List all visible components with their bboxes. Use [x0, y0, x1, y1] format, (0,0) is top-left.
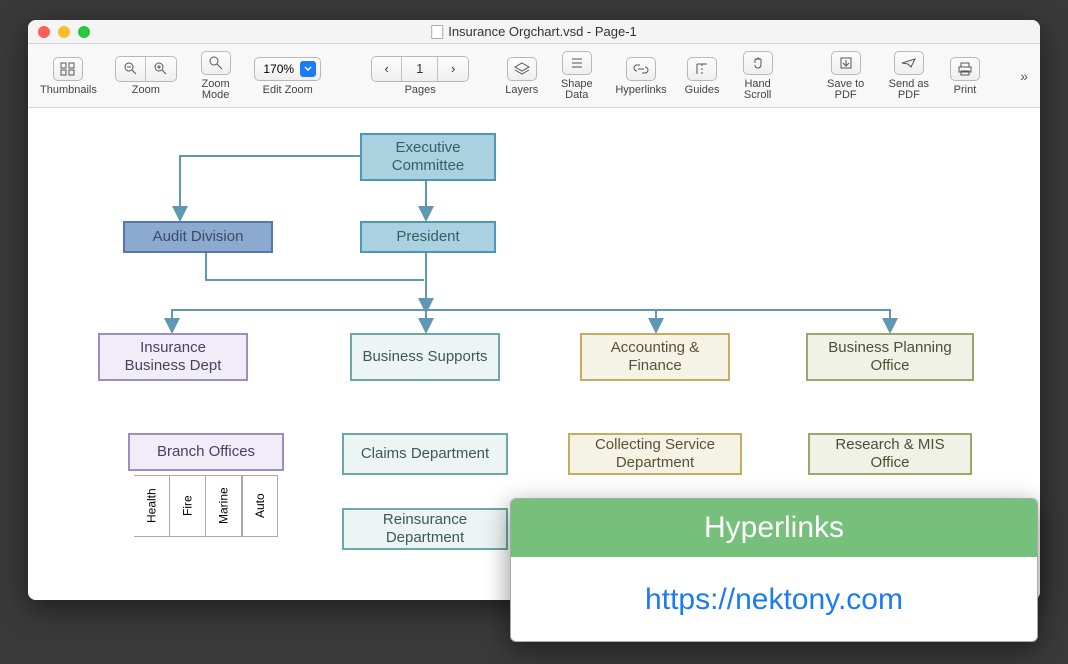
hand-scroll-button[interactable]: Hand Scroll — [738, 50, 778, 101]
save-pdf-button[interactable]: Save to PDF — [824, 50, 868, 101]
box-branch-offices[interactable]: Branch Offices — [128, 433, 284, 471]
box-claims-dept[interactable]: Claims Department — [342, 433, 508, 475]
overflow-icon[interactable]: » — [1020, 68, 1028, 84]
box-reinsurance-dept[interactable]: Reinsurance Department — [342, 508, 508, 550]
fullscreen-icon[interactable] — [78, 26, 90, 38]
popup-url[interactable]: https://nektony.com — [511, 557, 1037, 642]
window-title: Insurance Orgchart.vsd - Page-1 — [431, 24, 637, 39]
traffic-lights — [38, 26, 90, 38]
branch-marine[interactable]: Marine — [206, 475, 242, 537]
zoom-mode-button[interactable]: Zoom Mode — [195, 50, 237, 101]
box-business-planning[interactable]: Business Planning Office — [806, 333, 974, 381]
page-next-icon[interactable]: › — [438, 57, 468, 81]
box-accounting[interactable]: Accounting & Finance — [580, 333, 730, 381]
box-business-supports[interactable]: Business Supports — [350, 333, 500, 381]
chevron-down-icon — [300, 61, 316, 77]
branch-health[interactable]: Health — [134, 475, 170, 537]
branch-auto[interactable]: Auto — [242, 475, 278, 537]
thumbnails-button[interactable]: Thumbnails — [40, 56, 97, 96]
zoom-buttons[interactable]: Zoom — [115, 56, 177, 96]
zoom-select[interactable]: 170% Edit Zoom — [254, 56, 321, 96]
branch-fire[interactable]: Fire — [170, 475, 206, 537]
box-audit-division[interactable]: Audit Division — [123, 221, 273, 253]
pages-control[interactable]: ‹1› Pages — [371, 56, 469, 96]
page-current: 1 — [402, 57, 438, 81]
box-executive-committee[interactable]: Executive Committee — [360, 133, 496, 181]
close-icon[interactable] — [38, 26, 50, 38]
send-pdf-button[interactable]: Send as PDF — [886, 50, 932, 101]
hyperlinks-popup: Hyperlinks https://nektony.com — [510, 498, 1038, 642]
popup-title: Hyperlinks — [511, 499, 1037, 557]
box-collecting[interactable]: Collecting Service Department — [568, 433, 742, 475]
branch-items: Health Fire Marine Auto — [134, 475, 278, 537]
box-insurance-dept[interactable]: Insurance Business Dept — [98, 333, 248, 381]
zoom-out-icon[interactable] — [116, 57, 146, 81]
print-button[interactable]: Print — [950, 56, 980, 96]
guides-button[interactable]: Guides — [685, 56, 720, 96]
shape-data-button[interactable]: Shape Data — [556, 50, 597, 101]
document-icon — [431, 25, 443, 39]
layers-button[interactable]: Layers — [505, 56, 538, 96]
box-research-mis[interactable]: Research & MIS Office — [808, 433, 972, 475]
hyperlinks-button[interactable]: Hyperlinks — [615, 56, 666, 96]
toolbar: Thumbnails Zoom Zoom Mode 170% Edit Zoom… — [28, 44, 1040, 108]
zoom-in-icon[interactable] — [146, 57, 176, 81]
minimize-icon[interactable] — [58, 26, 70, 38]
titlebar: Insurance Orgchart.vsd - Page-1 — [28, 20, 1040, 44]
box-president[interactable]: President — [360, 221, 496, 253]
page-prev-icon[interactable]: ‹ — [372, 57, 402, 81]
